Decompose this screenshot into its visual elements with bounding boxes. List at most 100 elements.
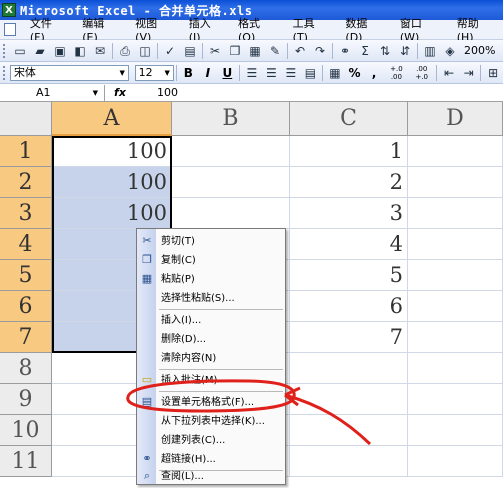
cell-c11[interactable] <box>290 446 408 477</box>
row-header-8[interactable]: 8 <box>0 353 52 384</box>
cell-d5[interactable] <box>408 260 503 291</box>
cell-a3[interactable]: 100 <box>52 198 172 229</box>
cell-d7[interactable] <box>408 322 503 353</box>
row-header-7[interactable]: 7 <box>0 322 52 353</box>
row-header-11[interactable]: 11 <box>0 446 52 477</box>
row-header-2[interactable]: 2 <box>0 167 52 198</box>
cell-d8[interactable] <box>408 353 503 384</box>
toolbar-grip[interactable] <box>3 65 7 80</box>
currency-icon[interactable]: ▦ <box>327 65 343 81</box>
cell-c1[interactable]: 1 <box>290 136 408 167</box>
chart-wizard-icon[interactable]: ▥ <box>422 43 438 59</box>
toolbar-grip[interactable] <box>3 43 7 58</box>
cell-a1[interactable]: 100 <box>52 136 172 167</box>
new-icon[interactable]: ▭ <box>12 43 28 59</box>
drawing-icon[interactable]: ◈ <box>442 43 458 59</box>
spelling-icon[interactable]: ✓ <box>162 43 178 59</box>
cell-d10[interactable] <box>408 415 503 446</box>
email-icon[interactable]: ✉ <box>92 43 108 59</box>
cell-c10[interactable] <box>290 415 408 446</box>
redo-icon[interactable]: ↷ <box>312 43 328 59</box>
cut-icon[interactable]: ✂ <box>207 43 223 59</box>
document-icon[interactable] <box>4 23 16 36</box>
permission-icon[interactable]: ◧ <box>72 43 88 59</box>
menu-item-copy[interactable]: ❐ 复制(C) <box>137 251 285 270</box>
menu-item-create-list[interactable]: 创建列表(C)... <box>137 431 285 450</box>
format-painter-icon[interactable]: ✎ <box>267 43 283 59</box>
comma-button[interactable]: , <box>365 66 382 80</box>
merge-center-icon[interactable]: ▤ <box>303 65 319 81</box>
cell-d3[interactable] <box>408 198 503 229</box>
font-size-select[interactable]: 12 ▼ <box>134 64 174 81</box>
name-box[interactable]: A1 ▼ <box>0 84 105 101</box>
cell-c5[interactable]: 5 <box>290 260 408 291</box>
column-header-b[interactable]: B <box>172 102 290 136</box>
italic-button[interactable]: I <box>199 66 216 80</box>
cell-c6[interactable]: 6 <box>290 291 408 322</box>
menu-item-format-cells[interactable]: ▤ 设置单元格格式(F)... <box>137 393 285 412</box>
font-name-select[interactable]: 宋体 ▼ <box>9 64 129 81</box>
cell-b3[interactable] <box>172 198 290 229</box>
align-left-icon[interactable]: ☰ <box>244 65 260 81</box>
menu-item-insert-comment[interactable]: ▭ 插入批注(M) <box>137 371 285 390</box>
column-header-c[interactable]: C <box>290 102 408 136</box>
chevron-down-icon[interactable]: ▼ <box>117 66 128 80</box>
increase-decimal-button[interactable]: +.0 .00 <box>385 65 408 81</box>
cell-c9[interactable] <box>290 384 408 415</box>
cell-c8[interactable] <box>290 353 408 384</box>
paste-icon[interactable]: ▦ <box>247 43 263 59</box>
menu-item-insert[interactable]: 插入(I)... <box>137 311 285 330</box>
chevron-down-icon[interactable]: ▼ <box>93 85 98 101</box>
row-header-3[interactable]: 3 <box>0 198 52 229</box>
row-header-5[interactable]: 5 <box>0 260 52 291</box>
menu-item-paste-special[interactable]: 选择性粘贴(S)... <box>137 289 285 308</box>
column-header-a[interactable]: A <box>52 102 172 136</box>
cell-d11[interactable] <box>408 446 503 477</box>
increase-indent-icon[interactable]: ⇥ <box>461 65 477 81</box>
column-header-d[interactable]: D <box>408 102 503 136</box>
chevron-down-icon[interactable]: ▼ <box>162 66 173 80</box>
copy-icon[interactable]: ❐ <box>227 43 243 59</box>
cell-c2[interactable]: 2 <box>290 167 408 198</box>
sort-ascending-icon[interactable]: ⇅ <box>377 43 393 59</box>
cell-d6[interactable] <box>408 291 503 322</box>
cell-b2[interactable] <box>172 167 290 198</box>
select-all-corner[interactable] <box>0 102 52 136</box>
undo-icon[interactable]: ↶ <box>292 43 308 59</box>
cell-d1[interactable] <box>408 136 503 167</box>
formula-input[interactable]: 100 <box>135 86 178 99</box>
cell-d9[interactable] <box>408 384 503 415</box>
cell-d4[interactable] <box>408 229 503 260</box>
print-icon[interactable]: ⎙ <box>117 43 133 59</box>
row-header-4[interactable]: 4 <box>0 229 52 260</box>
cell-a2[interactable]: 100 <box>52 167 172 198</box>
save-icon[interactable]: ▣ <box>52 43 68 59</box>
bold-button[interactable]: B <box>180 66 197 80</box>
menu-item-delete[interactable]: 删除(D)... <box>137 330 285 349</box>
decrease-decimal-button[interactable]: .00 +.0 <box>410 65 433 81</box>
cell-c3[interactable]: 3 <box>290 198 408 229</box>
cell-c7[interactable]: 7 <box>290 322 408 353</box>
align-right-icon[interactable]: ☰ <box>283 65 299 81</box>
hyperlink-icon[interactable]: ⚭ <box>337 43 353 59</box>
underline-button[interactable]: U <box>219 66 236 80</box>
sort-descending-icon[interactable]: ⇵ <box>397 43 413 59</box>
row-header-9[interactable]: 9 <box>0 384 52 415</box>
menu-item-pick-from-list[interactable]: 从下拉列表中选择(K)... <box>137 412 285 431</box>
row-header-10[interactable]: 10 <box>0 415 52 446</box>
autosum-icon[interactable]: Σ <box>357 43 373 59</box>
row-header-6[interactable]: 6 <box>0 291 52 322</box>
borders-icon[interactable]: ⊞ <box>485 65 501 81</box>
open-icon[interactable]: ▰ <box>32 43 48 59</box>
align-center-icon[interactable]: ☰ <box>264 65 280 81</box>
percent-button[interactable]: % <box>346 66 363 80</box>
insert-function-icon[interactable]: fx <box>105 86 135 99</box>
menu-item-cut[interactable]: ✂ 剪切(T) <box>137 232 285 251</box>
zoom-select[interactable]: 200% <box>464 44 495 57</box>
cell-d2[interactable] <box>408 167 503 198</box>
menu-item-paste[interactable]: ▦ 粘贴(P) <box>137 270 285 289</box>
row-header-1[interactable]: 1 <box>0 136 52 167</box>
menu-item-clear-contents[interactable]: 清除内容(N) <box>137 349 285 368</box>
menu-item-research[interactable]: ⌕ 查阅(L)... <box>137 467 285 486</box>
cell-c4[interactable]: 4 <box>290 229 408 260</box>
